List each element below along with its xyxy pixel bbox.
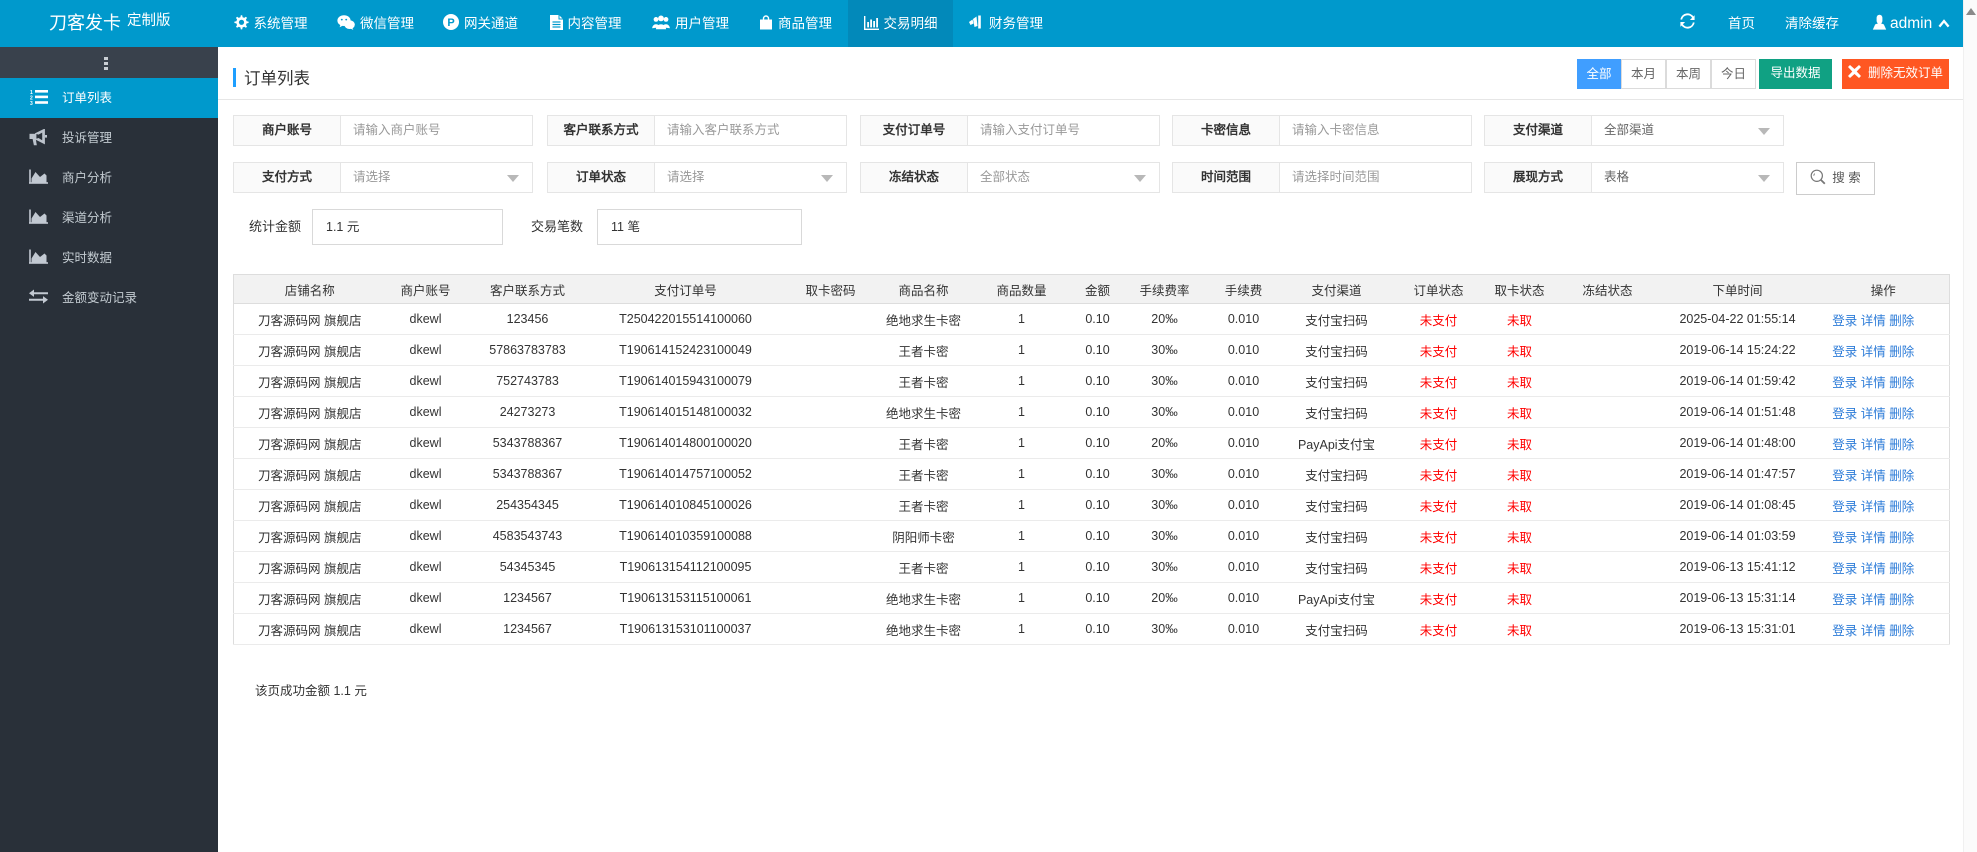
svg-text:3: 3 xyxy=(30,101,33,105)
svg-text:P: P xyxy=(447,17,454,29)
